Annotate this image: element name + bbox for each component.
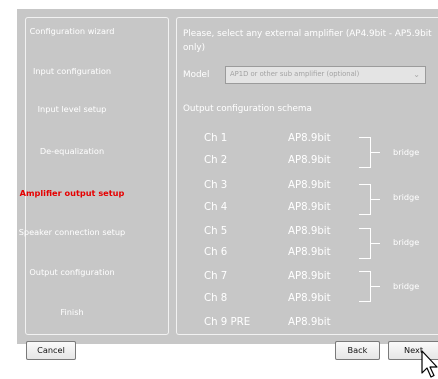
channel-name: Ch 4 [204, 202, 228, 213]
amplifier-prompt: Please, select any external amplifier (A… [183, 29, 432, 53]
nav-step-de-equalization[interactable]: De-equalization [0, 146, 144, 156]
bridge-connector [371, 199, 380, 200]
channel-name: Ch 6 [204, 247, 228, 258]
cancel-button[interactable]: Cancel [26, 341, 76, 360]
channel-amplifier: AP8.9bit [288, 180, 331, 191]
model-select-value: AP1D or other sub amplifier (optional) [230, 70, 360, 78]
mouse-pointer-icon [421, 350, 438, 378]
bridge-label: bridge [393, 237, 420, 247]
output-schema-title: Output configuration schema [183, 104, 312, 114]
channel-amplifier: AP8.9bit [288, 133, 331, 144]
model-label: Model [183, 70, 210, 80]
channel-name-pre: Ch 9 PRE [204, 317, 251, 328]
nav-step-input-level-setup[interactable]: Input level setup [0, 104, 144, 114]
channel-name: Ch 1 [204, 133, 228, 144]
channel-amplifier: AP8.9bit [288, 226, 331, 237]
chevron-down-icon: ⌄ [413, 70, 420, 79]
bridge-label: bridge [393, 147, 420, 157]
nav-step-input-configuration[interactable]: Input configuration [0, 66, 144, 76]
nav-step-output-configuration[interactable]: Output configuration [0, 267, 144, 277]
bridge-bracket [359, 184, 371, 215]
channel-amplifier: AP8.9bit [288, 155, 331, 166]
bridge-connector [371, 286, 380, 287]
channel-name: Ch 8 [204, 293, 228, 304]
bridge-bracket [359, 137, 371, 168]
nav-step-speaker-connection-setup[interactable]: Speaker connection setup [0, 227, 144, 237]
channel-name: Ch 5 [204, 226, 228, 237]
channel-amplifier: AP8.9bit [288, 247, 331, 258]
channel-name: Ch 7 [204, 271, 228, 282]
bridge-bracket [359, 228, 371, 259]
bridge-bracket [359, 271, 371, 302]
wizard-steps-panel [25, 17, 169, 335]
channel-amplifier: AP8.9bit [288, 317, 331, 328]
channel-name: Ch 2 [204, 155, 228, 166]
nav-step-amplifier-output-setup[interactable]: Amplifier output setup [0, 188, 144, 198]
bridge-label: bridge [393, 281, 420, 291]
channel-amplifier: AP8.9bit [288, 271, 331, 282]
model-select[interactable]: AP1D or other sub amplifier (optional) ⌄ [225, 66, 426, 84]
channel-amplifier: AP8.9bit [288, 293, 331, 304]
back-button[interactable]: Back [335, 341, 380, 360]
channel-name: Ch 3 [204, 180, 228, 191]
nav-step-configuration-wizard[interactable]: Configuration wizard [0, 26, 144, 36]
channel-amplifier: AP8.9bit [288, 202, 331, 213]
bridge-connector [371, 152, 380, 153]
nav-step-finish[interactable]: Finish [0, 307, 144, 317]
bridge-connector [371, 243, 380, 244]
bridge-label: bridge [393, 192, 420, 202]
